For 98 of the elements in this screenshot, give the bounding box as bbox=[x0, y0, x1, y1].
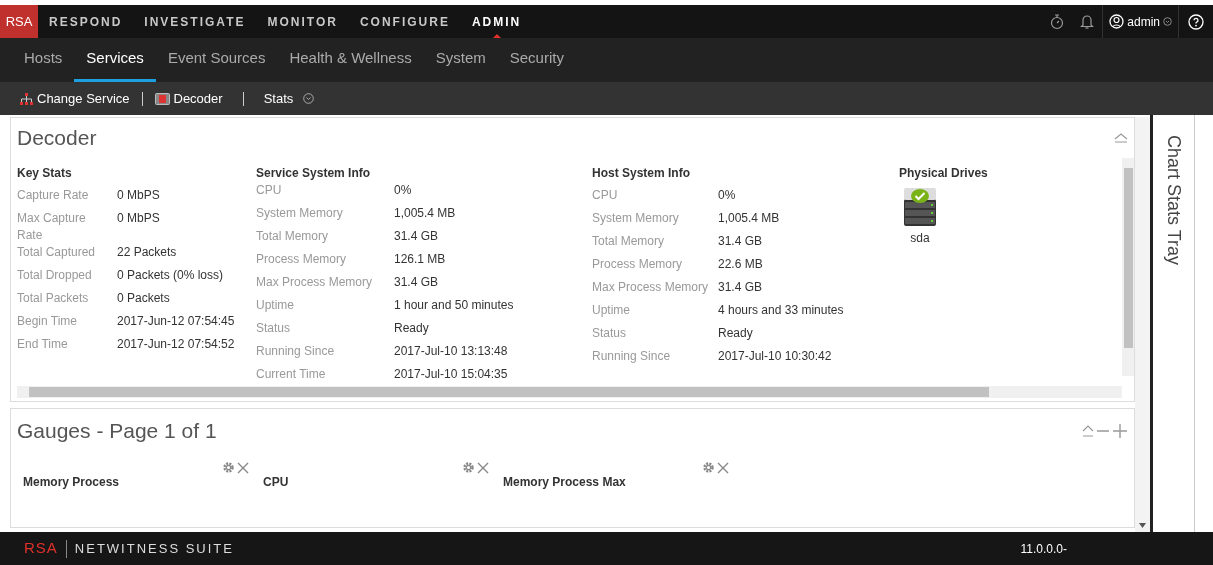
close-icon[interactable] bbox=[237, 461, 249, 474]
stat-label: Total Dropped bbox=[17, 267, 93, 284]
stat-label: CPU bbox=[256, 182, 283, 199]
stat-value: 0 MbPS bbox=[116, 210, 160, 227]
hierarchy-icon bbox=[20, 92, 33, 105]
panel-title: Decoder bbox=[17, 125, 97, 152]
drive-name: sda bbox=[910, 230, 930, 247]
stat-value: 0% bbox=[393, 182, 412, 199]
settings-icon[interactable] bbox=[222, 461, 235, 474]
scroll-down-icon bbox=[1139, 523, 1146, 528]
product-name: NETWITNESS SUITE bbox=[74, 539, 234, 558]
stopwatch-icon[interactable] bbox=[1050, 13, 1065, 30]
stat-value: 2017-Jul-10 15:04:35 bbox=[393, 366, 508, 383]
stat-label: Max Process Memory bbox=[592, 279, 710, 296]
stat-label: Current Time bbox=[256, 366, 327, 383]
stat-label: Status bbox=[256, 320, 292, 337]
stat-label: Status bbox=[592, 325, 628, 342]
side-tray[interactable]: Chart Stats Tray bbox=[1153, 115, 1195, 532]
stat-value: 0 Packets bbox=[116, 290, 170, 307]
stat-label: Total Memory bbox=[592, 233, 666, 250]
rsa-logo: RSA bbox=[0, 5, 38, 38]
close-icon[interactable] bbox=[477, 461, 489, 474]
stat-label: System Memory bbox=[592, 210, 680, 227]
stat-value: 2017-Jul-10 10:30:42 bbox=[717, 348, 832, 365]
top-nav-item[interactable]: INVESTIGATE bbox=[133, 5, 257, 38]
nav-tab[interactable]: Security bbox=[497, 38, 576, 82]
collapse-icon[interactable] bbox=[1114, 133, 1128, 143]
user-name: admin bbox=[1127, 13, 1160, 31]
settings-icon[interactable] bbox=[702, 461, 715, 474]
stat-value: 2017-Jul-10 13:13:48 bbox=[393, 343, 508, 360]
stat-value: 31.4 GB bbox=[717, 279, 763, 296]
vertical-scrollbar[interactable] bbox=[1122, 158, 1134, 376]
stat-value: 0% bbox=[717, 187, 736, 204]
gauge-title: Memory Process bbox=[23, 474, 120, 491]
nav-tab[interactable]: Health & Wellness bbox=[277, 38, 424, 82]
stat-label: Total Packets bbox=[17, 290, 90, 307]
stat-label: Total Memory bbox=[256, 228, 330, 245]
stat-label: System Memory bbox=[256, 205, 344, 222]
stat-value: 0 MbPS bbox=[116, 187, 160, 204]
top-nav-item[interactable]: CONFIGURE bbox=[348, 5, 461, 38]
view-dropdown[interactable]: Stats bbox=[263, 88, 315, 109]
stat-value: Ready bbox=[393, 320, 429, 337]
top-nav-item[interactable]: RESPOND bbox=[38, 5, 134, 38]
stat-label: Max Process Memory bbox=[256, 274, 374, 291]
nav-tab[interactable]: Hosts bbox=[12, 38, 75, 82]
stat-value: 1,005.4 MB bbox=[393, 205, 456, 222]
nav-tab[interactable]: Event Sources bbox=[155, 38, 278, 82]
section-title: Service System Info bbox=[256, 165, 372, 182]
stat-label: Uptime bbox=[256, 297, 295, 314]
version-label: 11.0.0.0- bbox=[1020, 540, 1067, 558]
stat-value: 0 Packets (0% loss) bbox=[116, 267, 224, 284]
stat-label: Capture Rate bbox=[17, 187, 90, 204]
horizontal-scrollbar[interactable] bbox=[17, 386, 1122, 398]
service-button[interactable]: Decoder bbox=[154, 88, 223, 109]
stat-value: 31.4 GB bbox=[393, 228, 439, 245]
caret-icon bbox=[303, 93, 315, 104]
stat-label: Running Since bbox=[592, 348, 672, 365]
drive-icon[interactable] bbox=[903, 187, 937, 227]
stat-label: Max Capture Rate bbox=[17, 210, 87, 244]
change-service-button[interactable]: Change Service bbox=[20, 88, 130, 109]
stat-value: 4 hours and 33 minutes bbox=[717, 302, 844, 319]
stat-label: End Time bbox=[17, 336, 69, 353]
footer-logo: RSA bbox=[24, 538, 58, 559]
stat-value: 31.4 GB bbox=[393, 274, 439, 291]
close-icon[interactable] bbox=[717, 461, 729, 474]
panel-title: Gauges - Page 1 of 1 bbox=[17, 418, 217, 445]
caret-icon bbox=[1163, 17, 1172, 26]
stat-value: Ready bbox=[717, 325, 753, 342]
vertical-scrollbar[interactable] bbox=[1135, 117, 1150, 532]
notifications-icon[interactable] bbox=[1080, 13, 1095, 30]
tray-title: Chart Stats Tray bbox=[1163, 135, 1185, 266]
top-nav-item[interactable]: MONITOR bbox=[256, 5, 349, 38]
user-icon bbox=[1109, 14, 1125, 29]
section-title: Key Stats bbox=[17, 165, 73, 182]
stat-label: Process Memory bbox=[592, 256, 684, 273]
stat-value: 2017-Jun-12 07:54:45 bbox=[116, 313, 235, 330]
stat-label: Running Since bbox=[256, 343, 336, 360]
stat-label: Process Memory bbox=[256, 251, 348, 268]
stat-value: 2017-Jun-12 07:54:52 bbox=[116, 336, 235, 353]
section-title: Host System Info bbox=[592, 165, 691, 182]
stat-value: 22 Packets bbox=[116, 244, 177, 261]
stat-value: 22.6 MB bbox=[717, 256, 763, 273]
stat-label: Total Captured bbox=[17, 244, 97, 261]
settings-icon[interactable] bbox=[462, 461, 475, 474]
stat-label: Uptime bbox=[592, 302, 631, 319]
gauge-title: CPU bbox=[263, 474, 289, 491]
gauge-title: Memory Process Max bbox=[503, 474, 626, 491]
stat-value: 1 hour and 50 minutes bbox=[393, 297, 514, 314]
stat-value: 1,005.4 MB bbox=[717, 210, 780, 227]
service-icon bbox=[154, 92, 170, 105]
nav-tab[interactable]: System bbox=[423, 38, 498, 82]
stat-label: CPU bbox=[592, 187, 619, 204]
stat-value: 126.1 MB bbox=[393, 251, 446, 268]
help-icon[interactable] bbox=[1188, 13, 1204, 30]
stat-value: 31.4 GB bbox=[717, 233, 763, 250]
section-title: Physical Drives bbox=[899, 165, 988, 182]
stat-label: Begin Time bbox=[17, 313, 79, 330]
panel-controls-icon[interactable] bbox=[1082, 424, 1128, 438]
